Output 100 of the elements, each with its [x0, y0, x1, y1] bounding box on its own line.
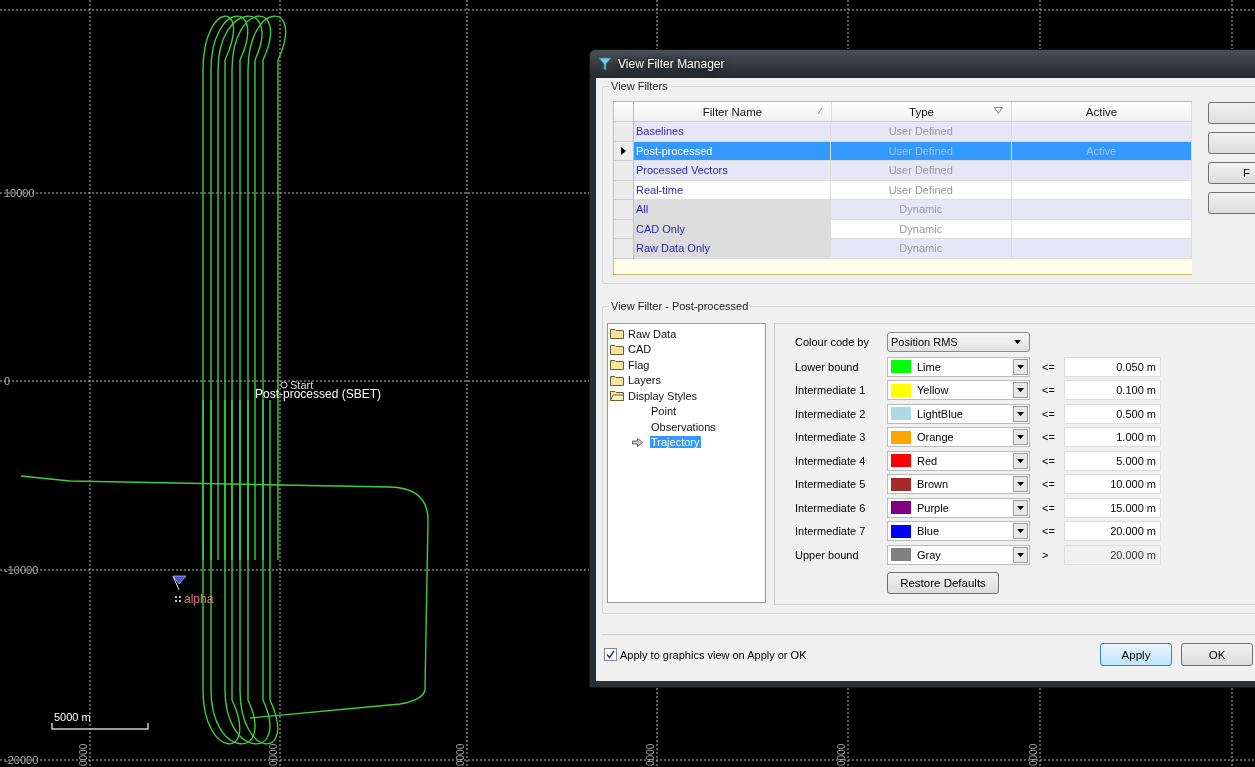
operator-label: <=	[1041, 384, 1056, 397]
column-header[interactable]: Active	[1012, 102, 1192, 121]
dropdown-button[interactable]	[1013, 523, 1028, 540]
operator-label: <=	[1041, 407, 1056, 420]
operator-label: <=	[1041, 454, 1056, 467]
field-label: Intermediate 5	[795, 478, 867, 491]
filter-icon	[598, 57, 612, 71]
window-title: View Filter Manager	[618, 57, 725, 71]
operator-label: <=	[1041, 360, 1056, 373]
value-field[interactable]: 1.000 m	[1064, 427, 1161, 448]
value-field[interactable]: 0.050 m	[1064, 356, 1161, 377]
column-header[interactable]: Filter Name	[634, 102, 832, 121]
field-label: Intermediate 2	[795, 407, 867, 420]
table-cell: User Defined	[831, 161, 1012, 181]
value-field[interactable]: 0.100 m	[1064, 380, 1161, 401]
table-cell: Raw Data Only	[634, 239, 831, 259]
dropdown-button[interactable]	[1013, 452, 1028, 469]
caret-icon	[1017, 411, 1024, 416]
dropdown-button[interactable]	[1013, 499, 1028, 516]
value-field[interactable]: 10.000 m	[1064, 474, 1161, 495]
caret-icon	[1017, 529, 1024, 534]
table-row[interactable]: Baselines User Defined	[614, 122, 1192, 142]
field-label: Lower bound	[795, 360, 860, 373]
colour-dropdown[interactable]: Orange	[887, 427, 1030, 448]
table-cell: Post-processed	[634, 141, 831, 161]
axis-label: 0000	[1028, 743, 1039, 766]
caret-icon	[1017, 364, 1024, 369]
table-row[interactable]: Processed Vectors User Defined	[614, 161, 1192, 181]
table-row[interactable]: CAD Only Dynamic	[614, 219, 1192, 239]
dialog-button[interactable]: OK	[1181, 643, 1253, 666]
dropdown-button[interactable]	[1013, 405, 1028, 422]
axis-label: 0000	[836, 743, 847, 766]
table-cell: User Defined	[831, 122, 1012, 142]
caret-icon	[1017, 505, 1024, 510]
axis-label: 0000	[78, 743, 89, 766]
tree-item[interactable]: Point	[650, 405, 678, 418]
field-label: Intermediate 6	[795, 501, 867, 514]
table-row[interactable]: Real-time User Defined	[614, 180, 1192, 200]
tree-item[interactable]: Display Styles	[627, 389, 699, 402]
field-label: Intermediate 1	[795, 384, 867, 397]
operator-label: <=	[1041, 525, 1056, 538]
caret-icon	[1017, 458, 1024, 463]
axis-label: 10000	[4, 187, 35, 199]
tree-item[interactable]: CAD	[627, 343, 653, 356]
tree-item[interactable]: Flag	[627, 358, 651, 371]
operator-label: <=	[1041, 478, 1056, 491]
dropdown-button[interactable]	[1013, 358, 1028, 375]
field-label: Colour code by	[795, 336, 870, 348]
value-field[interactable]: 0.500 m	[1064, 403, 1161, 424]
dropdown-button[interactable]	[1013, 382, 1028, 399]
caret-icon	[1017, 435, 1024, 440]
tree-item[interactable]: Layers	[627, 374, 663, 387]
table-cell: Active	[1086, 144, 1117, 157]
table-cell: Dynamic	[831, 219, 1012, 239]
tree-item[interactable]: Observations	[650, 420, 717, 433]
operator-label: <=	[1041, 431, 1056, 444]
dialog-button[interactable]: Apply	[1100, 643, 1172, 666]
axis-label: -10000	[4, 564, 39, 576]
value-field[interactable]: 15.000 m	[1064, 497, 1161, 518]
caret-icon	[1017, 482, 1024, 487]
caret-icon	[1017, 388, 1024, 393]
table-row[interactable]: All Dynamic	[614, 200, 1192, 220]
colour-dropdown[interactable]: LightBlue	[887, 403, 1030, 424]
axis-label: -20000	[4, 754, 39, 766]
colour-dropdown[interactable]: Purple	[887, 497, 1030, 518]
column-header[interactable]: Type	[832, 102, 1012, 121]
table-cell: CAD Only	[634, 219, 831, 239]
operator-label: >	[1041, 548, 1050, 561]
table-cell: Dynamic	[831, 239, 1012, 259]
axis-label: 0000	[645, 743, 656, 766]
colour-dropdown[interactable]: Lime	[887, 356, 1030, 377]
axis-label: 0000	[268, 743, 279, 766]
restore-defaults-button[interactable]: Restore Defaults	[887, 571, 999, 594]
colour-dropdown[interactable]: Yellow	[887, 380, 1030, 401]
value-field[interactable]: 5.000 m	[1064, 450, 1161, 471]
side-button[interactable]: F	[1208, 162, 1255, 184]
dropdown-button[interactable]	[1013, 476, 1028, 493]
group-title: View Filters	[609, 80, 670, 92]
arrow-icon	[632, 437, 643, 447]
colour-dropdown[interactable]: Brown	[887, 474, 1030, 495]
value-field[interactable]: 20.000 m	[1064, 521, 1161, 542]
colour-dropdown[interactable]: Red	[887, 450, 1030, 471]
field-label: Intermediate 4	[795, 454, 867, 467]
table-cell: Baselines	[634, 122, 831, 142]
sort-icon	[817, 107, 823, 115]
colour-dropdown[interactable]: Blue	[887, 521, 1030, 542]
checkbox[interactable]	[604, 648, 617, 661]
colour-code-dropdown[interactable]: Position RMS	[887, 332, 1030, 352]
table-row[interactable]: Raw Data Only Dynamic	[614, 239, 1192, 259]
tree-item[interactable]: Raw Data	[627, 327, 678, 340]
filter-icon	[994, 107, 1003, 114]
dropdown-button[interactable]	[1013, 429, 1028, 446]
table-cell: Processed Vectors	[634, 161, 831, 181]
group-title: View Filter - Post-processed	[609, 300, 751, 312]
dropdown-button[interactable]	[1013, 546, 1028, 563]
field-label: Intermediate 3	[795, 431, 867, 444]
current-row-icon	[621, 146, 626, 155]
table-cell: Real-time	[634, 180, 831, 200]
table-cell: All	[634, 200, 831, 220]
point-icon	[175, 596, 181, 602]
